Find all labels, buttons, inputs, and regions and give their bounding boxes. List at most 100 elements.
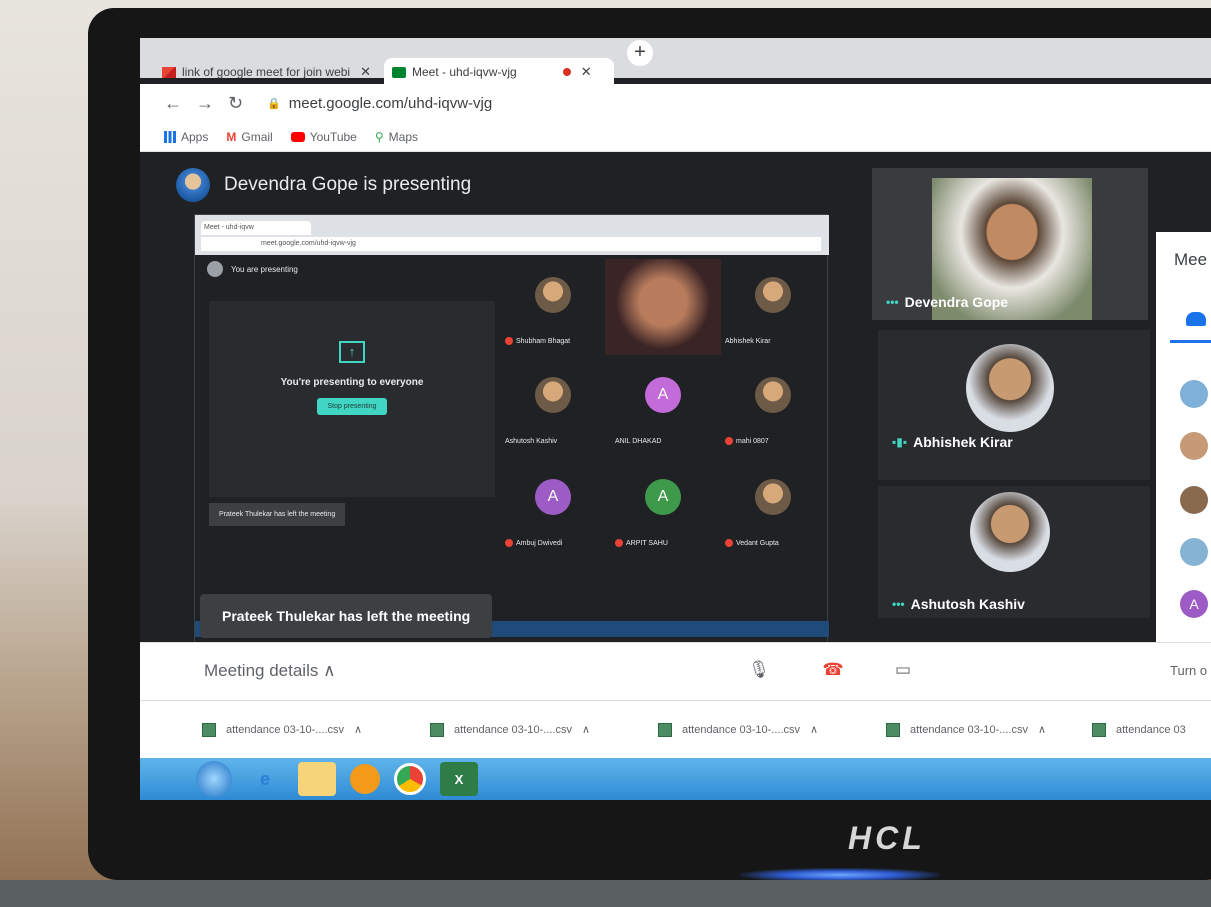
inner-url: meet.google.com/uhd-iqvw-vjg [201, 237, 821, 251]
chevron-up-icon[interactable]: ∧ [582, 723, 590, 736]
meeting-details-button[interactable]: Meeting details ∧ [204, 661, 336, 681]
avatar [970, 492, 1050, 572]
avatar [535, 277, 571, 313]
bookmark-label: Gmail [241, 129, 273, 144]
downloads-bar: attendance 03-10-....csv ∧ attendance 03-… [140, 700, 1211, 758]
bookmark-gmail[interactable]: M Gmail [226, 130, 272, 144]
csv-file-icon [202, 722, 216, 737]
chrome-icon[interactable] [394, 763, 426, 795]
new-tab-button[interactable]: + [627, 40, 653, 66]
screen: link of google meet for join webi ✕ Meet… [140, 38, 1211, 800]
avatar [1180, 380, 1208, 408]
bookmark-youtube[interactable]: YouTube [290, 129, 357, 144]
mic-off-icon [615, 539, 623, 547]
camera-icon[interactable]: ▭ [886, 653, 920, 687]
tab-strip: link of google meet for join webi ✕ Meet… [140, 38, 1211, 86]
participant-grid: Shubham Bhagat Abhishek Kirar Ashutosh K… [501, 255, 825, 565]
avatar [755, 479, 791, 515]
chevron-up-icon[interactable]: ∧ [1038, 723, 1046, 736]
desk-surface [0, 880, 1211, 907]
download-item[interactable]: attendance 03-10-....csv ∧ [368, 722, 596, 737]
download-item[interactable]: attendance 03-10-....csv ∧ [596, 722, 824, 737]
you-are-presenting: You are presenting [207, 261, 298, 277]
maps-pin-icon: ⚲ [374, 129, 384, 144]
panel-title: Mee [1174, 250, 1208, 269]
apps-grid-icon [164, 130, 176, 143]
letter-avatar: A [535, 479, 571, 515]
hang-up-icon[interactable]: ☎ [816, 653, 850, 687]
monitor-brand: HCL [848, 820, 926, 856]
more-options-icon[interactable]: ••• [886, 295, 899, 309]
participant-name: Abhishek Kirar [725, 338, 771, 345]
participant-tile-ashutosh[interactable]: ••• Ashutosh Kashiv [878, 486, 1150, 618]
participant-tile: mahi 0807 [721, 359, 825, 453]
tab-gmail[interactable]: link of google meet for join webi ✕ [154, 60, 380, 84]
meet-icon [392, 66, 406, 78]
meet-stage: Devendra Gope is presenting Meet - uhd-i… [140, 152, 1211, 722]
letter-avatar: A [645, 479, 681, 515]
participant-tile: Abhishek Kirar [721, 259, 825, 353]
more-options-icon[interactable]: ••• [892, 597, 905, 611]
close-icon[interactable]: ✕ [581, 64, 592, 80]
participant-name: ••• Devendra Gope [886, 294, 1009, 310]
mic-off-icon [505, 539, 513, 547]
windows-taskbar: e X [140, 758, 1211, 800]
mic-off-icon [505, 337, 513, 345]
download-item[interactable]: attendance 03-10-....csv ∧ [824, 722, 1052, 737]
file-explorer-icon[interactable] [298, 762, 336, 796]
avatar [535, 377, 571, 413]
participant-name: Ambuj Dwivedi [505, 539, 562, 547]
internet-explorer-icon[interactable]: e [246, 762, 284, 796]
participant-name: ARPIT SAHU [615, 539, 668, 547]
participant-tile-devendra[interactable]: ••• Devendra Gope [872, 168, 1148, 320]
participant-name: Shubham Bhagat [505, 337, 570, 345]
tab-label: Meet - uhd-iqvw-vjg [412, 65, 517, 79]
presenting-message: You're presenting to everyone [280, 377, 424, 388]
avatar [755, 377, 791, 413]
start-button[interactable] [196, 761, 232, 797]
bookmark-maps[interactable]: ⚲ Maps [375, 130, 418, 144]
csv-file-icon [1092, 722, 1106, 737]
mic-off-icon [725, 437, 733, 445]
avatar [1180, 486, 1208, 514]
csv-file-icon [658, 722, 672, 737]
tab-label: link of google meet for join webi [182, 65, 351, 79]
featured-video [605, 259, 721, 355]
participant-left-toast: Prateek Thulekar has left the meeting [200, 594, 493, 638]
back-icon[interactable]: ← [164, 93, 182, 114]
microphone-icon[interactable]: 🎙 [742, 653, 776, 687]
mic-off-icon [725, 539, 733, 547]
participant-tile: A Ambuj Dwivedi [501, 461, 605, 555]
forward-icon[interactable]: → [196, 93, 214, 114]
tab-people-indicator [1170, 340, 1211, 343]
shared-screen: Meet - uhd-iqvw meet.google.com/uhd-iqvw… [194, 214, 829, 646]
avatar [1180, 432, 1208, 460]
tab-meet[interactable]: Meet - uhd-iqvw-vjg ✕ [384, 58, 614, 86]
people-icon[interactable] [1186, 312, 1206, 326]
participant-tile: Vedant Gupta [721, 461, 825, 555]
bookmark-label: YouTube [309, 129, 357, 144]
youtube-icon [290, 131, 305, 142]
lock-icon: 🔒 [267, 97, 281, 110]
chevron-up-icon[interactable]: ∧ [810, 723, 818, 736]
media-player-icon[interactable] [350, 764, 380, 794]
participant-tile: Ashutosh Kashiv [501, 359, 605, 453]
turn-on-captions[interactable]: Turn o [1170, 663, 1207, 678]
presenter-header: Devendra Gope is presenting [176, 168, 471, 202]
participant-name: ANIL DHAKAD [615, 438, 662, 445]
download-item[interactable]: attendance 03-10-....csv ∧ [140, 722, 368, 737]
excel-icon[interactable]: X [440, 762, 478, 796]
inner-tab: Meet - uhd-iqvw [201, 221, 311, 235]
presenter-title: Devendra Gope is presenting [224, 174, 472, 195]
participant-tile-abhishek[interactable]: ▪▮▪ Abhishek Kirar [878, 330, 1150, 480]
bookmark-label: Apps [181, 129, 209, 144]
bookmark-apps[interactable]: Apps [164, 130, 208, 144]
download-item[interactable]: attendance 03 [1052, 722, 1202, 737]
participant-tile: A ARPIT SAHU [611, 461, 715, 555]
chevron-up-icon[interactable]: ∧ [354, 723, 362, 736]
address-bar[interactable]: 🔒 meet.google.com/uhd-iqvw-vjg [267, 95, 492, 112]
avatar [966, 344, 1054, 432]
participant-name: ••• Ashutosh Kashiv [892, 596, 1025, 612]
reload-icon[interactable]: ↻ [228, 93, 243, 114]
close-icon[interactable]: ✕ [360, 64, 371, 80]
